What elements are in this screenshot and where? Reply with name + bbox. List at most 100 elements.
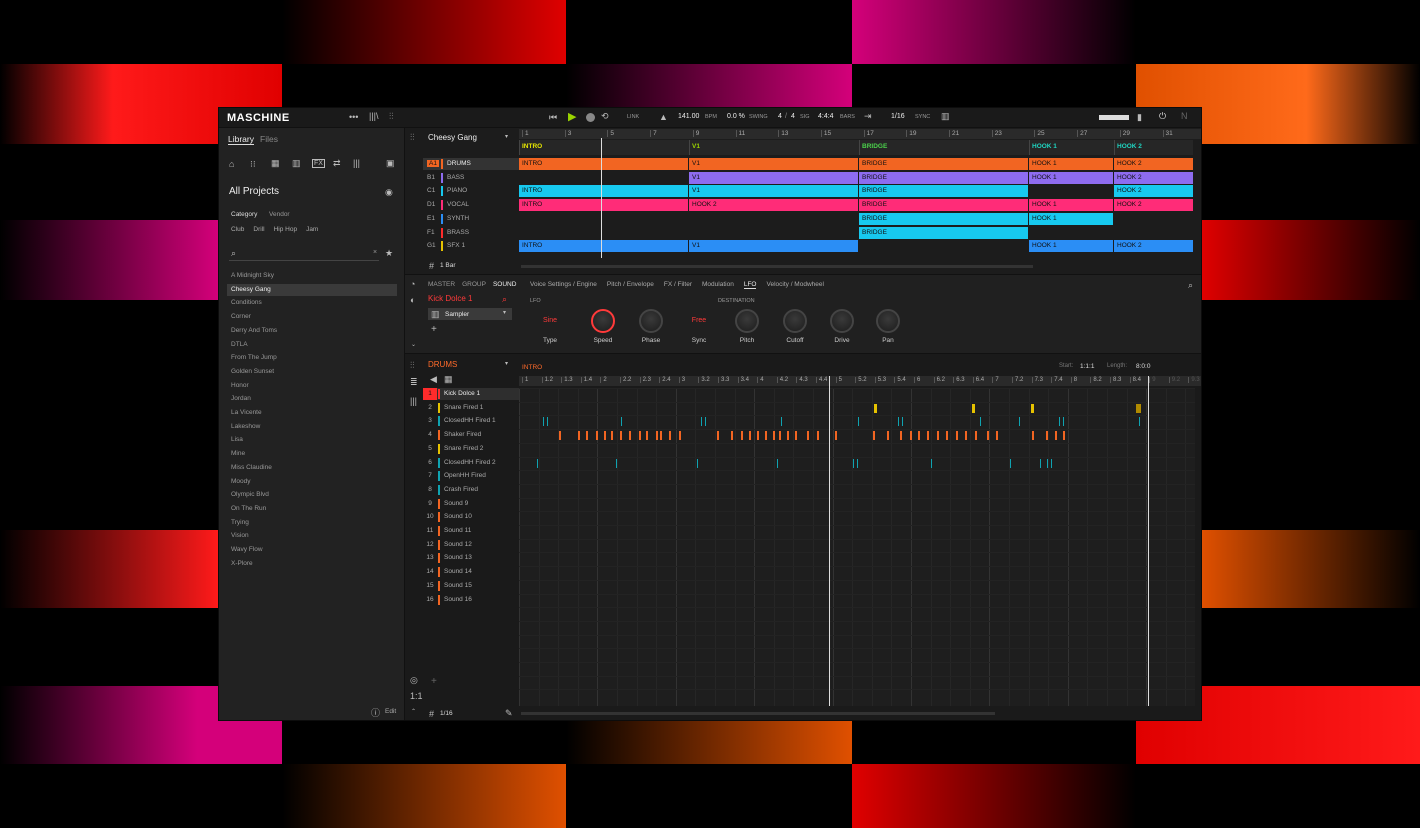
clip[interactable]: BRIDGE [859, 158, 1028, 170]
list-icon[interactable]: ≣ [410, 377, 418, 388]
project-item[interactable]: A Midnight Sky [227, 270, 397, 282]
note[interactable] [669, 431, 671, 441]
note[interactable] [1139, 417, 1140, 427]
note[interactable] [787, 431, 789, 441]
project-item[interactable]: Lisa [227, 434, 397, 446]
menu-icon[interactable]: ••• [349, 112, 358, 122]
note[interactable] [604, 431, 606, 441]
note[interactable] [1063, 417, 1064, 427]
note[interactable] [853, 458, 854, 468]
metronome-icon[interactable]: ▲ [659, 112, 668, 122]
note[interactable] [946, 431, 948, 441]
knob[interactable] [639, 309, 663, 333]
note[interactable] [537, 458, 538, 468]
tag-hip-hop[interactable]: Hip Hop [274, 226, 297, 233]
note[interactable] [559, 431, 561, 441]
clip[interactable]: HOOK 1 [1029, 212, 1113, 225]
clip[interactable]: V1 [689, 240, 858, 253]
note[interactable] [898, 417, 899, 427]
project-item[interactable]: Golden Sunset [227, 366, 397, 378]
clip[interactable]: HOOK 2 [1114, 240, 1193, 253]
signature-numerator[interactable]: 4 [778, 113, 782, 120]
level-tab-group[interactable]: GROUP [462, 281, 486, 288]
note[interactable] [616, 458, 617, 468]
level-tab-master[interactable]: MASTER [428, 281, 455, 288]
clip[interactable]: HOOK 1 [1029, 199, 1113, 212]
clip[interactable]: BRIDGE [859, 212, 1028, 225]
length-value[interactable]: 8:0:0 [1136, 363, 1150, 370]
follow-icon[interactable]: ⇥ [864, 111, 872, 122]
note[interactable] [887, 431, 889, 441]
filter-vendor[interactable]: Vendor [269, 211, 290, 218]
sound-row[interactable]: 6 ClosedHH Fired 2 [423, 457, 519, 469]
group-row[interactable]: D1 VOCAL [423, 199, 519, 211]
note[interactable] [679, 431, 681, 441]
project-item[interactable]: Olympic Blvd [227, 489, 397, 501]
arranger-scrollbar[interactable] [521, 265, 1033, 268]
project-item[interactable]: Vision [227, 530, 397, 542]
step-grid-icon[interactable]: # [429, 709, 434, 719]
sound-row[interactable]: 8 Crash Fired [423, 484, 519, 496]
loop-icon[interactable]: ⟲ [601, 111, 609, 122]
group-row[interactable]: A1 DRUMS [423, 158, 519, 170]
sound-row[interactable]: 10 Sound 10 [423, 511, 519, 523]
note[interactable] [902, 417, 903, 427]
edit-button[interactable]: Edit [385, 708, 396, 715]
note[interactable] [779, 431, 781, 441]
group-row[interactable]: B1 BASS [423, 172, 519, 184]
section-row[interactable]: INTRO V1 BRIDGE HOOK 1 HOOK 2 [519, 140, 1193, 155]
project-item[interactable]: La Vicente [227, 407, 397, 419]
note[interactable] [697, 458, 698, 468]
add-sound-icon[interactable]: + [431, 676, 437, 687]
pattern-mixer-icon[interactable]: ⫶⫶ [410, 360, 415, 371]
note[interactable] [873, 431, 875, 441]
clip[interactable]: V1 [689, 185, 858, 198]
note[interactable] [639, 431, 641, 441]
start-value[interactable]: 1:1:1 [1080, 363, 1094, 370]
group-name[interactable]: DRUMS [428, 360, 457, 369]
clip[interactable]: INTRO [519, 240, 688, 253]
project-item[interactable]: Mine [227, 448, 397, 460]
grid-resolution-icon[interactable]: # [429, 261, 434, 271]
tag-jam[interactable]: Jam [306, 226, 318, 233]
note[interactable] [741, 431, 743, 441]
pattern-scrollbar[interactable] [521, 712, 995, 715]
note[interactable] [1031, 403, 1034, 413]
sound-name[interactable]: Kick Dolce 1 [428, 294, 472, 303]
param-tab[interactable]: Modulation [702, 281, 734, 289]
sound-row[interactable]: 7 OpenHH Fired [423, 470, 519, 482]
param-tab[interactable]: Pitch / Envelope [607, 281, 654, 289]
note[interactable] [629, 431, 631, 441]
group-row[interactable]: G1 SFX 1 [423, 240, 519, 252]
note[interactable] [835, 431, 837, 441]
sound-row[interactable]: 2 Snare Fired 1 [423, 402, 519, 414]
knob[interactable] [876, 309, 900, 333]
step-resolution[interactable]: 1/16 [440, 710, 453, 717]
group-row[interactable]: F1 BRASS [423, 227, 519, 239]
filter-category[interactable]: Category [231, 211, 257, 218]
search-clear-icon[interactable]: × [373, 249, 377, 256]
mixer-icon[interactable]: ⫶⫶ [389, 111, 394, 122]
clip[interactable]: V1 [689, 171, 858, 184]
gauge-icon[interactable]: ◔ [410, 279, 415, 289]
keyboard-icon[interactable]: ▥ [941, 111, 950, 122]
note[interactable] [621, 417, 622, 427]
note[interactable] [1047, 458, 1048, 468]
project-item[interactable]: Moody [227, 476, 397, 488]
tag-drill[interactable]: Drill [253, 226, 264, 233]
clip[interactable]: INTRO [519, 199, 688, 212]
control-value[interactable]: Free [681, 317, 717, 324]
pad-grid-icon[interactable]: ▦ [444, 374, 453, 385]
note[interactable] [1019, 417, 1020, 427]
note[interactable] [817, 431, 819, 441]
project-item[interactable]: Jordan [227, 393, 397, 405]
section-marker[interactable]: BRIDGE [862, 143, 887, 150]
note[interactable] [965, 431, 967, 441]
project-item[interactable]: Derry And Toms [227, 325, 397, 337]
group-row[interactable]: C1 PIANO [423, 185, 519, 197]
fx-icon[interactable]: FX [312, 159, 325, 168]
note[interactable] [773, 431, 775, 441]
tab-library[interactable]: Library [228, 134, 254, 145]
sound-row[interactable]: 14 Sound 14 [423, 566, 519, 578]
project-item[interactable]: Trying [227, 517, 397, 529]
